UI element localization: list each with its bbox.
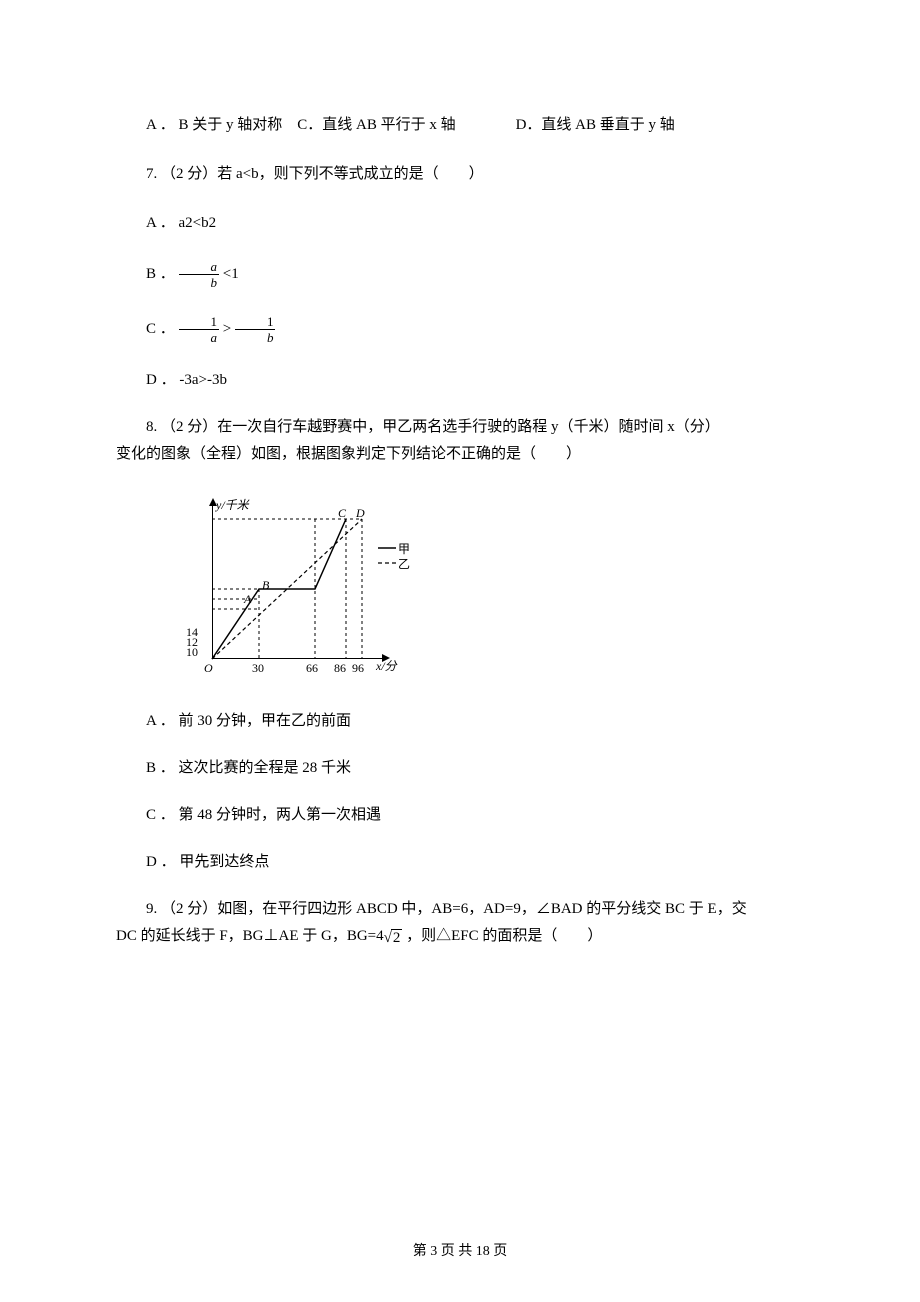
q8-option-a: A ． 前 30 分钟，甲在乙的前面 — [116, 711, 804, 732]
fraction-1-over-a: 1a — [179, 315, 220, 344]
q7-stem: 7. （2 分）若 a<b，则下列不等式成立的是（ ） — [116, 164, 804, 185]
x-tick-66: 66 — [306, 660, 318, 677]
frac-num: 1 — [179, 315, 220, 330]
frac-num: a — [179, 260, 220, 275]
q7-option-a: A ． a2<b2 — [116, 213, 804, 234]
y-axis-label: y/千米 — [216, 497, 249, 514]
point-A: A — [244, 591, 251, 608]
sqrt-icon: √2 — [384, 928, 403, 949]
fraction-a-over-b: ab — [179, 260, 220, 289]
page-footer: 第 3 页 共 18 页 — [0, 1242, 920, 1262]
q7-option-b: B ． ab <1 — [116, 260, 804, 289]
q7-option-d: D ． -3a>-3b — [116, 370, 804, 391]
q7-option-c: C ． 1a > 1b — [116, 315, 804, 344]
origin-O: O — [204, 661, 213, 675]
q6-options-tail: A ． B 关于 y 轴对称 C．直线 AB 平行于 x 轴 D．直线 AB 垂… — [116, 115, 804, 136]
q7-c-mid: > — [219, 321, 235, 337]
q9-stem-line1: 9. （2 分）如图，在平行四边形 ABCD 中，AB=6，AD=9，∠BAD … — [116, 899, 804, 920]
fraction-1-over-b: 1b — [235, 315, 276, 344]
x-tick-30: 30 — [252, 660, 264, 677]
q8-figure: y/千米 x/分 14 12 10 O 30 66 86 96 A B C D … — [180, 493, 410, 683]
q8-option-c: C ． 第 48 分钟时，两人第一次相遇 — [116, 805, 804, 826]
q7-b-prefix: B ． — [146, 266, 179, 282]
y-tick-10: 10 — [186, 644, 198, 661]
point-B: B — [262, 577, 269, 594]
q7-b-tail: <1 — [219, 266, 239, 282]
frac-den: b — [235, 330, 276, 344]
x-tick-86: 86 — [334, 660, 346, 677]
origin-label: O — [204, 660, 213, 677]
x-tick-96: 96 — [352, 660, 364, 677]
q8-option-d: D ． 甲先到达终点 — [116, 852, 804, 873]
x-axis-label-text: x/分 — [376, 659, 397, 673]
point-C: C — [338, 505, 346, 522]
q8-stem-line2: 变化的图象（全程）如图，根据图象判定下列结论不正确的是（ ） — [116, 444, 804, 465]
q9-stem-line2: DC 的延长线于 F，BG⊥AE 于 G，BG=4√2 ，则△EFC 的面积是（… — [116, 926, 804, 949]
frac-den: b — [179, 275, 220, 289]
q8-stem-line1: 8. （2 分）在一次自行车越野赛中，甲乙两名选手行驶的路程 y（千米）随时间 … — [116, 417, 804, 438]
x-axis-label: x/分 — [376, 658, 397, 675]
page: A ． B 关于 y 轴对称 C．直线 AB 平行于 x 轴 D．直线 AB 垂… — [0, 0, 920, 1302]
radicand: 2 — [391, 929, 403, 946]
q7-c-prefix: C ． — [146, 321, 179, 337]
point-D: D — [356, 505, 365, 522]
q9-l2-pre: DC 的延长线于 F，BG⊥AE 于 G，BG=4 — [116, 928, 384, 944]
frac-num: 1 — [235, 315, 276, 330]
q9-l2-post: ，则△EFC 的面积是（ ） — [402, 928, 602, 944]
chart-lines — [180, 493, 410, 683]
frac-den: a — [179, 330, 220, 344]
q8-option-b: B ． 这次比赛的全程是 28 千米 — [116, 758, 804, 779]
legend-yi: 乙 — [398, 556, 410, 573]
